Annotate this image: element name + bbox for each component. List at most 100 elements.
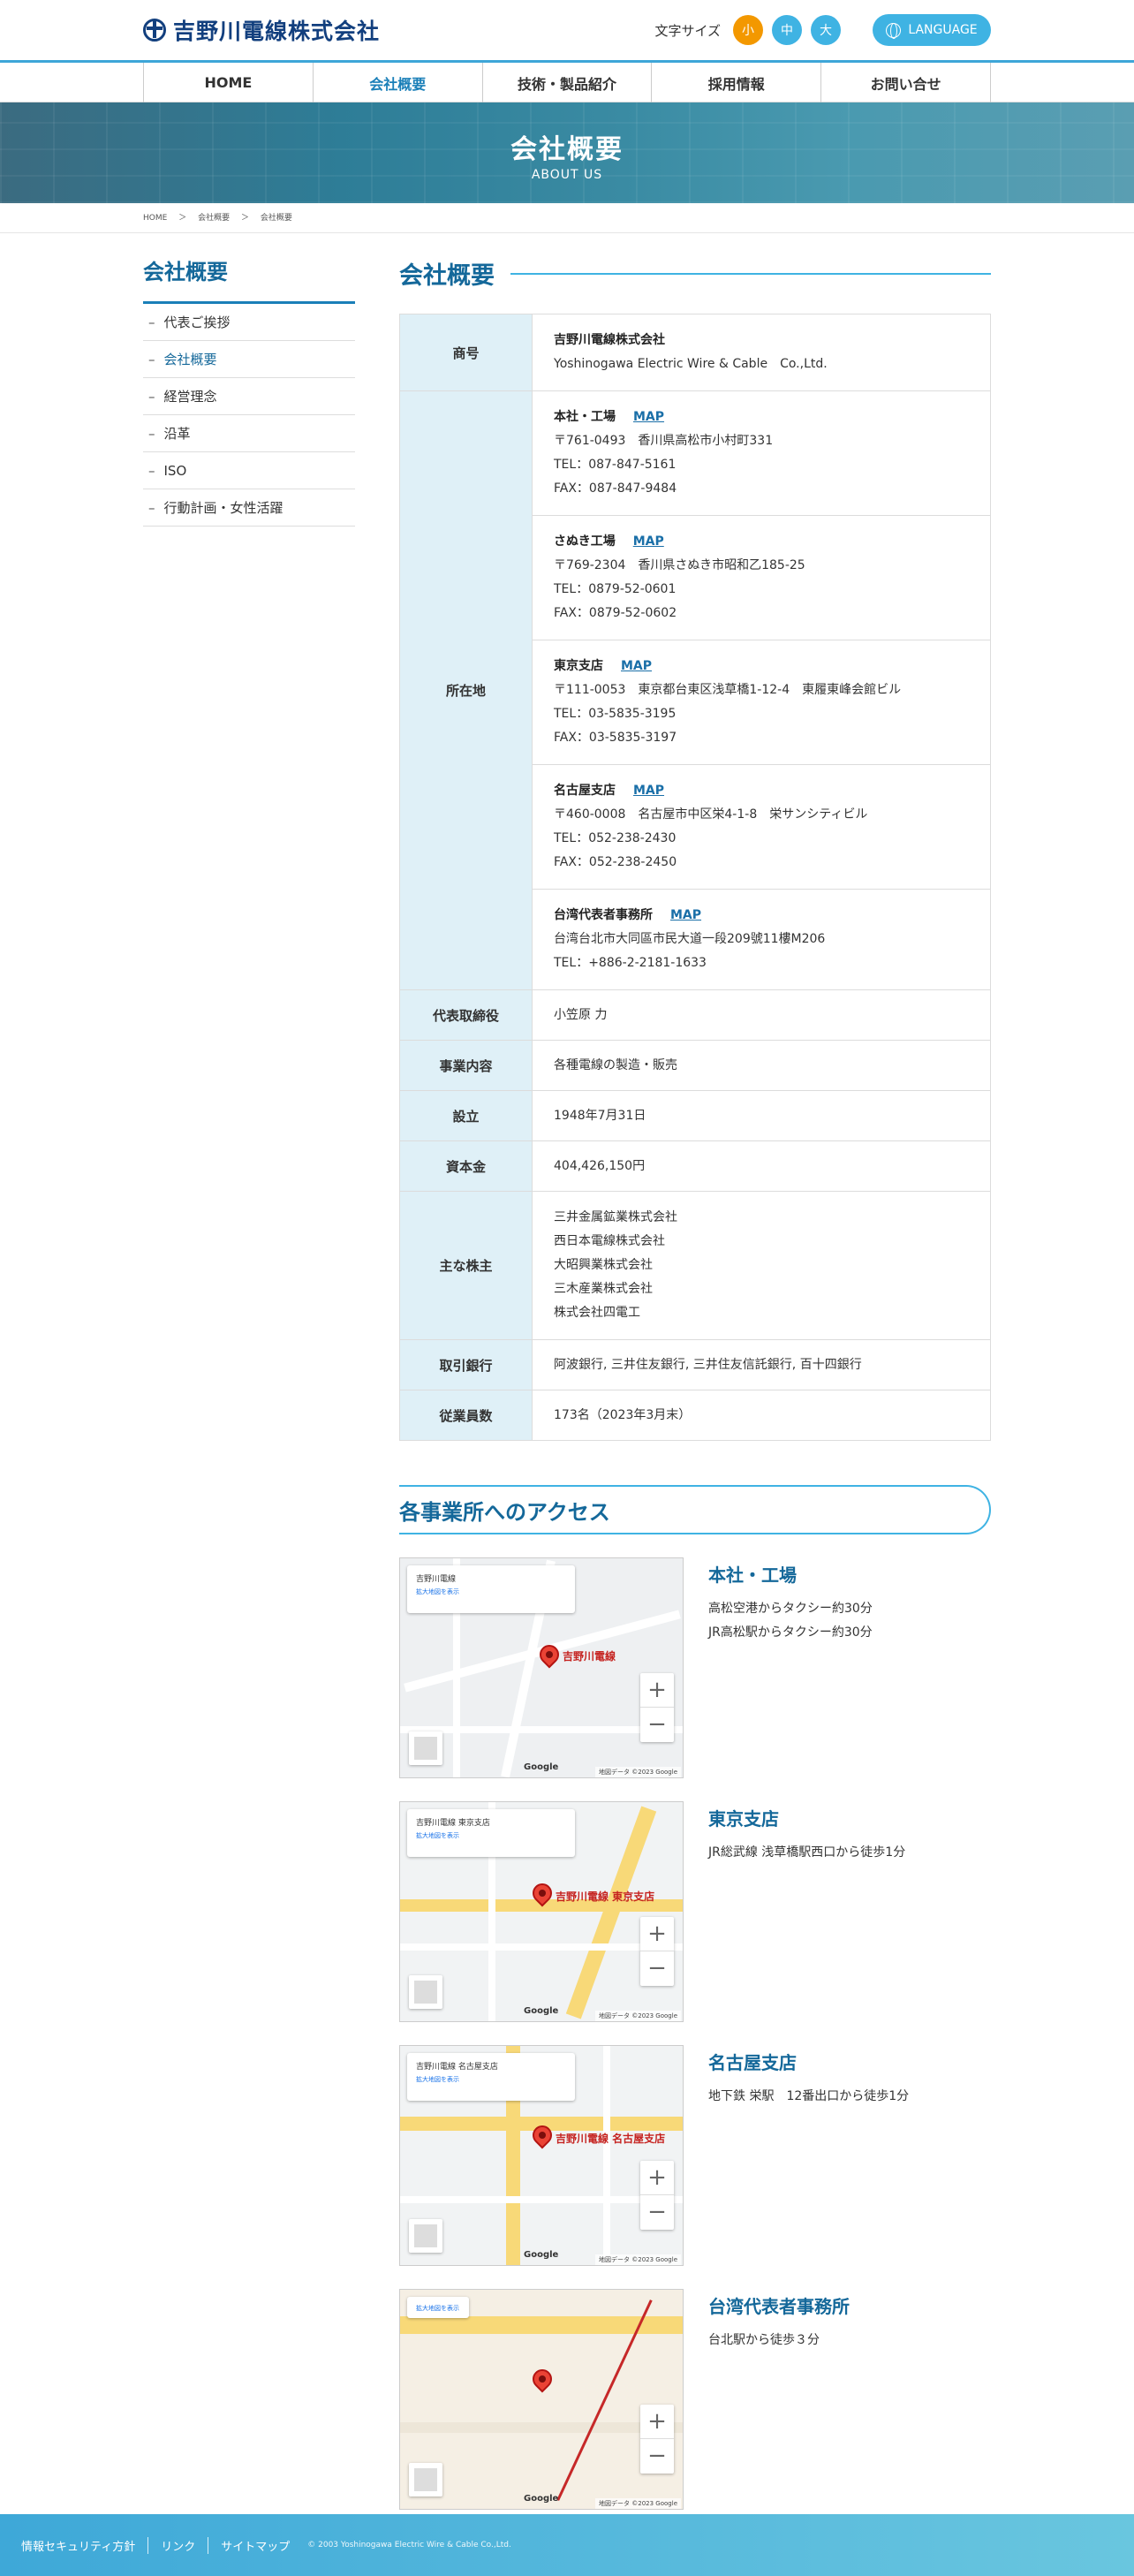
font-size-large-button[interactable]: 大 [811, 15, 841, 45]
font-size-small-button[interactable]: 小 [733, 15, 763, 45]
nav-home[interactable]: HOME [143, 63, 313, 102]
location-line: 〒761-0493 香川県高松市小村町331 [554, 434, 774, 448]
copyright: © 2003 Yoshinogawa Electric Wire & Cable… [307, 2541, 511, 2549]
location-line: FAX：0879-52-0602 [554, 606, 677, 620]
location-line: TEL：087-847-5161 [554, 458, 677, 472]
embedded-map[interactable]: 吉野川電線 拡大地図を表示 吉野川電線 + − Google 地図データ ©2023… [399, 1557, 684, 1778]
row-label: 商号 [399, 314, 533, 391]
location-line: TEL：+886-2-2181-1633 [554, 956, 707, 970]
footer-link-security-policy[interactable]: 情報セキュリティ方針 [21, 2536, 149, 2554]
access-line: 台北駅から徒歩３分 [708, 2333, 820, 2347]
embedded-map[interactable]: 吉野川電線 名古屋支店 拡大地図を表示 吉野川電線 名古屋支店 + − Google… [399, 2045, 684, 2266]
map-link[interactable]: MAP [633, 410, 664, 424]
map-place-card[interactable]: 吉野川電線 拡大地図を表示 [407, 1565, 575, 1613]
font-size-medium-button[interactable]: 中 [772, 15, 802, 45]
nav-company[interactable]: 会社概要 [312, 63, 482, 102]
row-value: 各種電線の製造・販売 [532, 1040, 991, 1091]
row-value: 吉野川電線株式会社 Yoshinogawa Electric Wire & Ca… [532, 314, 991, 391]
shareholder: 三井金属鉱業株式会社 [554, 1210, 677, 1224]
company-info-table: 商号 吉野川電線株式会社 Yoshinogawa Electric Wire &… [399, 314, 991, 1441]
zoom-in-icon: + [640, 2405, 674, 2439]
sidebar-title: 会社概要 [143, 251, 355, 304]
nav-products[interactable]: 技術・製品紹介 [481, 63, 652, 102]
access-line: JR高松駅からタクシー約30分 [708, 1625, 873, 1640]
company-name-en: Yoshinogawa Electric Wire & Cable Co.,Lt… [554, 357, 828, 371]
breadcrumb-current: 会社概要 [260, 214, 292, 223]
footer-link-links[interactable]: リンク [148, 2536, 209, 2554]
site-header: 吉野川電線株式会社 文字サイズ 小 中 大 LANGUAGE [143, 0, 991, 60]
map-zoom-control[interactable]: + − [640, 1917, 674, 1986]
row-value: 1948年7月31日 [532, 1090, 991, 1141]
access-title: 台湾代表者事務所 [708, 2296, 850, 2317]
map-place-card[interactable]: 吉野川電線 東京支店 拡大地図を表示 [407, 1809, 575, 1857]
map-link[interactable]: MAP [621, 659, 652, 673]
map-link[interactable]: MAP [633, 534, 664, 549]
sidebar-item-iso[interactable]: ISO [143, 452, 355, 489]
main-content: 会社概要 商号 吉野川電線株式会社 Yoshinogawa Electric W… [399, 251, 991, 2510]
embedded-map[interactable]: 拡大地図を表示 + − Google 地図データ ©2023 Google [399, 2289, 684, 2510]
map-link[interactable]: MAP [633, 784, 664, 798]
breadcrumb-home[interactable]: HOME [143, 214, 167, 223]
sidebar-item-greeting[interactable]: 代表ご挨拶 [143, 304, 355, 341]
nav-contact[interactable]: お問い合せ [820, 63, 991, 102]
zoom-in-icon: + [640, 1917, 674, 1951]
embedded-map[interactable]: 吉野川電線 東京支店 拡大地図を表示 吉野川電線 東京支店 + − Google 地… [399, 1801, 684, 2022]
zoom-in-icon: + [640, 2161, 674, 2195]
map-link[interactable]: MAP [670, 908, 701, 922]
street-view-icon[interactable] [409, 1975, 442, 2009]
map-zoom-control[interactable]: + − [640, 1673, 674, 1742]
footer-link-sitemap[interactable]: サイトマップ [208, 2537, 302, 2554]
street-view-icon[interactable] [409, 2219, 442, 2253]
location-name: さぬき工場 [554, 534, 616, 549]
breadcrumb-separator: ＞ [178, 214, 187, 223]
table-row: 資本金 404,426,150円 [399, 1140, 991, 1192]
nav-recruit[interactable]: 採用情報 [651, 63, 820, 102]
street-view-icon[interactable] [409, 2463, 442, 2496]
zoom-in-icon: + [640, 1673, 674, 1708]
breadcrumb-company[interactable]: 会社概要 [198, 214, 230, 223]
location-block: 名古屋支店 MAP 〒460-0008 名古屋市中区栄4-1-8 栄サンシティビル… [533, 765, 990, 890]
access-item: 吉野川電線 拡大地図を表示 吉野川電線 + − Google 地図データ ©2023… [399, 1557, 991, 1778]
shareholder: 西日本電線株式会社 [554, 1234, 665, 1248]
breadcrumb-separator: ＞ [240, 214, 249, 223]
access-heading: 各事業所へのアクセス [399, 1485, 991, 1534]
zoom-out-icon: − [647, 2443, 667, 2469]
row-label: 取引銀行 [399, 1339, 533, 1390]
access-title: 東京支店 [708, 1808, 779, 1830]
street-view-icon[interactable] [409, 1731, 442, 1765]
table-row: 事業内容 各種電線の製造・販売 [399, 1040, 991, 1091]
map-place-card[interactable]: 吉野川電線 名古屋支店 拡大地図を表示 [407, 2053, 575, 2101]
map-attribution: 地図データ ©2023 Google [595, 2011, 681, 2021]
company-name: 吉野川電線株式会社 [554, 333, 665, 347]
map-zoom-control[interactable]: + − [640, 2405, 674, 2474]
sidebar-item-philosophy[interactable]: 経営理念 [143, 378, 355, 415]
google-logo: Google [524, 2006, 559, 2016]
language-button[interactable]: LANGUAGE [873, 14, 991, 46]
page-title: 会社概要 [399, 262, 495, 290]
location-block: 台湾代表者事務所 MAP 台湾台北市大同區市民大道一段209號11樓M206 TE… [533, 890, 990, 989]
location-line: TEL：0879-52-0601 [554, 582, 677, 596]
map-zoom-control[interactable]: + − [640, 2161, 674, 2230]
table-row: 従業員数 173名（2023年3月末） [399, 1390, 991, 1441]
location-line: FAX：087-847-9484 [554, 481, 677, 496]
map-pin-icon[interactable] [528, 2365, 556, 2393]
table-row: 商号 吉野川電線株式会社 Yoshinogawa Electric Wire &… [399, 314, 991, 391]
row-value: 173名（2023年3月末） [532, 1390, 991, 1441]
row-value: 本社・工場 MAP 〒761-0493 香川県高松市小村町331 TEL：087-… [532, 390, 991, 990]
location-name: 本社・工場 [554, 410, 616, 424]
site-footer: 情報セキュリティ方針 リンク サイトマップ © 2003 Yoshinogawa… [0, 2514, 1134, 2576]
row-label: 代表取締役 [399, 989, 533, 1041]
zoom-out-icon: − [647, 2199, 667, 2225]
sidebar-item-history[interactable]: 沿革 [143, 415, 355, 452]
sidebar-item-overview[interactable]: 会社概要 [143, 341, 355, 378]
access-title: 名古屋支店 [708, 2052, 797, 2073]
map-pin-label: 吉野川電線 東京支店 [556, 1890, 655, 1903]
table-row: 取引銀行 阿波銀行, 三井住友銀行, 三井住友信託銀行, 百十四銀行 [399, 1339, 991, 1390]
font-size-controls: 文字サイズ 小 中 大 LANGUAGE [654, 14, 991, 46]
sidebar-item-action-plan[interactable]: 行動計画・女性活躍 [143, 489, 355, 527]
location-line: FAX：052-238-2450 [554, 855, 677, 869]
site-logo[interactable]: 吉野川電線株式会社 [143, 14, 380, 46]
row-value: 阿波銀行, 三井住友銀行, 三井住友信託銀行, 百十四銀行 [532, 1339, 991, 1390]
map-place-card[interactable]: 拡大地図を表示 [407, 2297, 469, 2318]
language-label: LANGUAGE [908, 23, 978, 37]
